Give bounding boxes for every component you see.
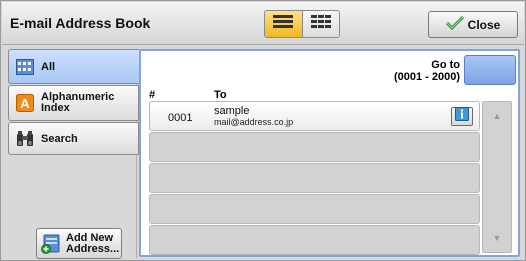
sidebar-item-label: All [41,60,56,73]
sidebar-item-alphanumeric-index[interactable]: A Alphanumeric Index [8,85,139,121]
scroll-down-button[interactable]: ▼ [483,228,511,248]
goto-label-line1: Go to [431,59,460,71]
entry-number: 0001 [168,112,193,124]
empty-row [149,132,480,162]
empty-row [149,163,480,193]
list-scrollbar[interactable]: ▲ ▼ [482,101,512,253]
scroll-up-button[interactable]: ▲ [483,106,511,126]
view-toggle [264,10,340,38]
address-book-grid-icon [15,58,35,76]
goto-number-field[interactable] [464,55,516,85]
add-button-label-line1: Add New [66,231,114,244]
address-list-panel: # To Go to (0001 - 2000) 0001 sample mai… [139,49,520,257]
empty-row [149,225,480,255]
column-header-to: To [214,89,227,101]
title-bar: E-mail Address Book Close [2,2,524,45]
grid-view-button[interactable] [302,11,339,37]
add-address-icon [41,234,61,254]
scroll-up-arrow-icon: ▲ [492,111,502,121]
sidebar-item-label-line2: Index [41,102,70,114]
sidebar-item-all[interactable]: All [8,49,139,84]
address-list: 0001 sample mail@address.co.jp [149,101,480,255]
goto-label: Go to (0001 - 2000) [394,59,460,83]
list-view-icon [272,14,294,35]
sidebar-item-search[interactable]: Search [8,122,139,155]
table-row[interactable]: 0001 sample mail@address.co.jp [149,101,480,131]
close-label: Close [467,17,501,32]
scroll-down-arrow-icon: ▼ [492,233,502,243]
column-header-number: # [149,89,156,101]
list-view-button[interactable] [265,11,303,37]
letter-a-icon: A [15,94,35,112]
details-button[interactable] [451,107,473,126]
grid-view-icon [310,14,332,35]
address-book-window: E-mail Address Book Close All A Alphanum… [0,0,526,261]
add-button-label-line2: Address... [66,242,120,255]
entry-name: sample [214,105,250,117]
empty-row [149,194,480,224]
goto-range: (0001 - 2000) [393,71,460,83]
info-icon [455,107,469,126]
entry-email: mail@address.co.jp [214,117,294,127]
sidebar-item-label: Search [41,132,78,145]
close-button[interactable]: Close [428,11,518,38]
category-sidebar: All A Alphanumeric Index Search Add New … [8,49,139,259]
checkmark-icon [445,15,464,33]
page-title: E-mail Address Book [10,15,151,31]
svg-text:A: A [20,96,30,111]
binoculars-icon [15,130,35,148]
add-new-address-button[interactable]: Add New Address... [36,228,122,259]
